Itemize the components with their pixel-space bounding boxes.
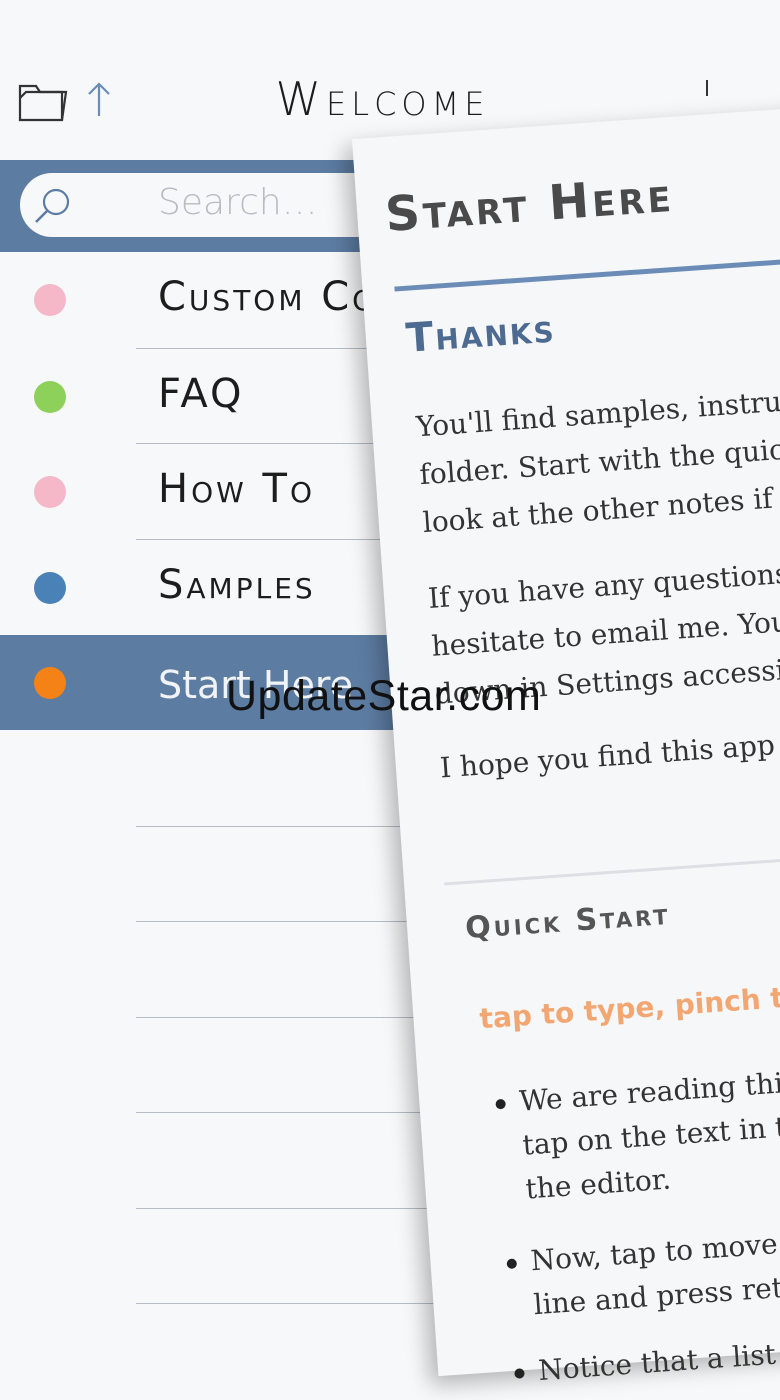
list-item-label: Samples (158, 562, 316, 608)
section-divider (444, 844, 780, 886)
search-placeholder: Search… (158, 182, 318, 223)
note-title: Start Here (383, 166, 676, 243)
list-bullet: Notice that a list ite (514, 1316, 780, 1393)
color-dot (34, 381, 66, 413)
list-bullet: We are reading this no tap on the text i… (495, 1046, 780, 1211)
paragraph-1: You'll find samples, instruction folder.… (415, 367, 780, 547)
hint-text: tap to type, pinch to previ (478, 974, 780, 1036)
color-dot (34, 476, 66, 508)
color-dot (34, 572, 66, 604)
title-rule (394, 248, 780, 292)
search-icon (35, 188, 70, 223)
toolbar-edge (706, 80, 708, 96)
bullet-dot (495, 1098, 506, 1110)
note-preview-card[interactable]: Start Here Thanks You'll find samples, i… (351, 100, 780, 1387)
list-item-label: Custom Co (158, 274, 378, 320)
watermark-text: UpdateStar.com (226, 672, 542, 720)
bullet-dot (514, 1368, 525, 1379)
list-bullet: Now, tap to move th line and press retur… (506, 1206, 780, 1327)
list-item-label: FAQ (158, 371, 245, 417)
list-item-label: How To (158, 466, 315, 512)
section-heading-quick-start: Quick Start (464, 896, 672, 947)
color-dot (34, 667, 66, 699)
section-heading-thanks: Thanks (404, 305, 557, 362)
bullet-dot (506, 1258, 518, 1270)
color-dot (34, 284, 66, 316)
bullet-line: Notice that a list ite (537, 1334, 780, 1388)
